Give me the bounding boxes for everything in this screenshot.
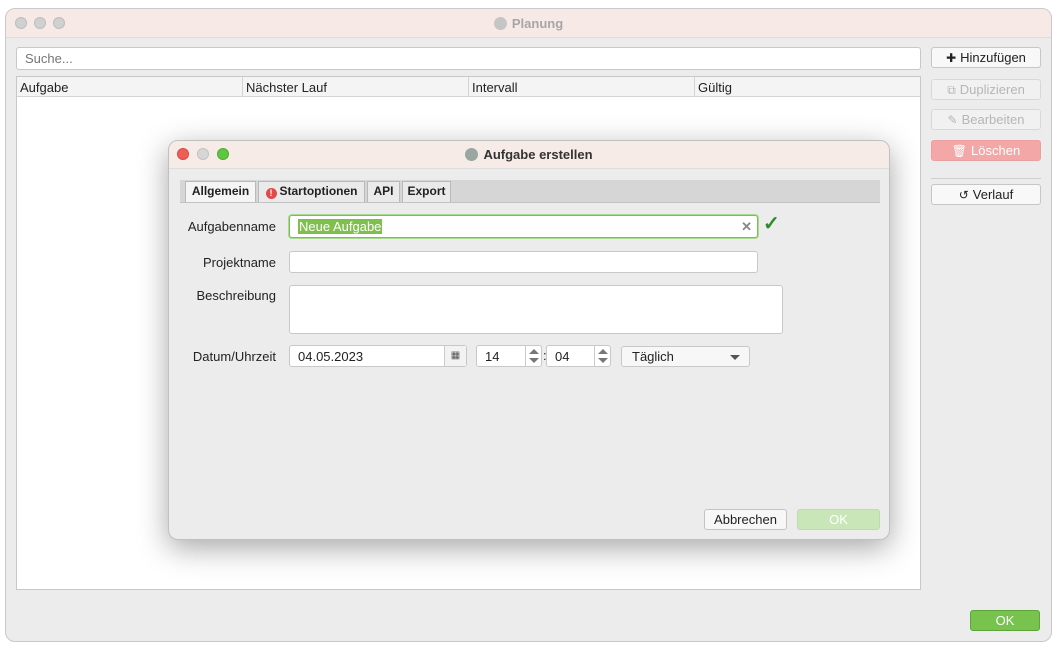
edit-button[interactable]: ✎ Bearbeiten <box>931 109 1041 130</box>
project-name-input[interactable] <box>289 251 758 273</box>
minute-spinner-arrows[interactable] <box>594 346 610 366</box>
search-input[interactable] <box>16 47 921 70</box>
description-input[interactable] <box>289 285 783 334</box>
minute-stepper[interactable]: 04 <box>546 345 611 367</box>
add-button[interactable]: ✚ Hinzufügen <box>931 47 1041 68</box>
spin-down-icon[interactable] <box>598 358 608 363</box>
tab-start-options[interactable]: ! Startoptionen <box>258 181 365 202</box>
checkmark-icon: ✓ <box>763 213 780 235</box>
column-header-valid[interactable]: Gültig <box>695 77 920 96</box>
task-name-label: Aufgabenname <box>187 219 276 234</box>
plus-icon: ✚ <box>946 51 957 65</box>
chevron-down-icon <box>730 355 740 360</box>
main-titlebar: Planung <box>6 9 1051 38</box>
clear-icon[interactable]: ✕ <box>741 219 752 235</box>
globe-icon <box>465 148 479 161</box>
date-input[interactable]: 04.05.2023 ▦ <box>289 345 467 367</box>
datetime-label: Datum/Uhrzeit <box>192 349 276 364</box>
tab-export[interactable]: Export <box>402 181 451 202</box>
hour-stepper[interactable]: 14 <box>476 345 542 367</box>
tab-general[interactable]: Allgemein <box>185 181 256 202</box>
hour-spinner-arrows[interactable] <box>525 346 541 366</box>
error-icon: ! <box>265 188 277 199</box>
delete-button[interactable]: 🗑 Löschen <box>931 140 1041 161</box>
dialog-tabs: Allgemein ! Startoptionen API Export <box>180 180 880 203</box>
duplicate-button[interactable]: ⧉ Duplizieren <box>931 79 1041 100</box>
side-divider <box>931 178 1041 179</box>
dialog-title: Aufgabe erstellen <box>169 147 889 162</box>
spin-up-icon[interactable] <box>598 349 608 354</box>
column-header-task[interactable]: Aufgabe <box>17 77 243 96</box>
copy-icon: ⧉ <box>947 83 956 97</box>
cancel-button[interactable]: Abbrechen <box>704 509 787 530</box>
create-task-dialog: Aufgabe erstellen Allgemein ! Startoption… <box>168 140 890 540</box>
description-label: Beschreibung <box>196 288 277 303</box>
column-header-interval[interactable]: Intervall <box>469 77 695 96</box>
main-window-title: Planung <box>6 16 1051 31</box>
pencil-icon: ✎ <box>947 113 958 127</box>
spin-up-icon[interactable] <box>529 349 539 354</box>
spin-down-icon[interactable] <box>529 358 539 363</box>
task-name-input[interactable]: Neue Aufgabe ✕ <box>289 215 758 238</box>
table-header: Aufgabe Nächster Lauf Intervall Gültig <box>17 77 920 97</box>
interval-select[interactable]: Täglich <box>621 346 750 367</box>
project-name-label: Projektname <box>203 255 276 270</box>
dialog-titlebar: Aufgabe erstellen <box>169 141 889 169</box>
globe-icon <box>493 17 507 30</box>
column-header-next-run[interactable]: Nächster Lauf <box>243 77 469 96</box>
tab-api[interactable]: API <box>367 181 400 202</box>
trash-icon: 🗑 <box>951 144 968 158</box>
history-icon: ↺ <box>958 188 969 202</box>
dialog-ok-button[interactable]: OK <box>797 509 880 530</box>
history-button[interactable]: ↺ Verlauf <box>931 184 1041 205</box>
main-ok-button[interactable]: OK <box>970 610 1040 631</box>
calendar-icon[interactable]: ▦ <box>444 346 466 366</box>
